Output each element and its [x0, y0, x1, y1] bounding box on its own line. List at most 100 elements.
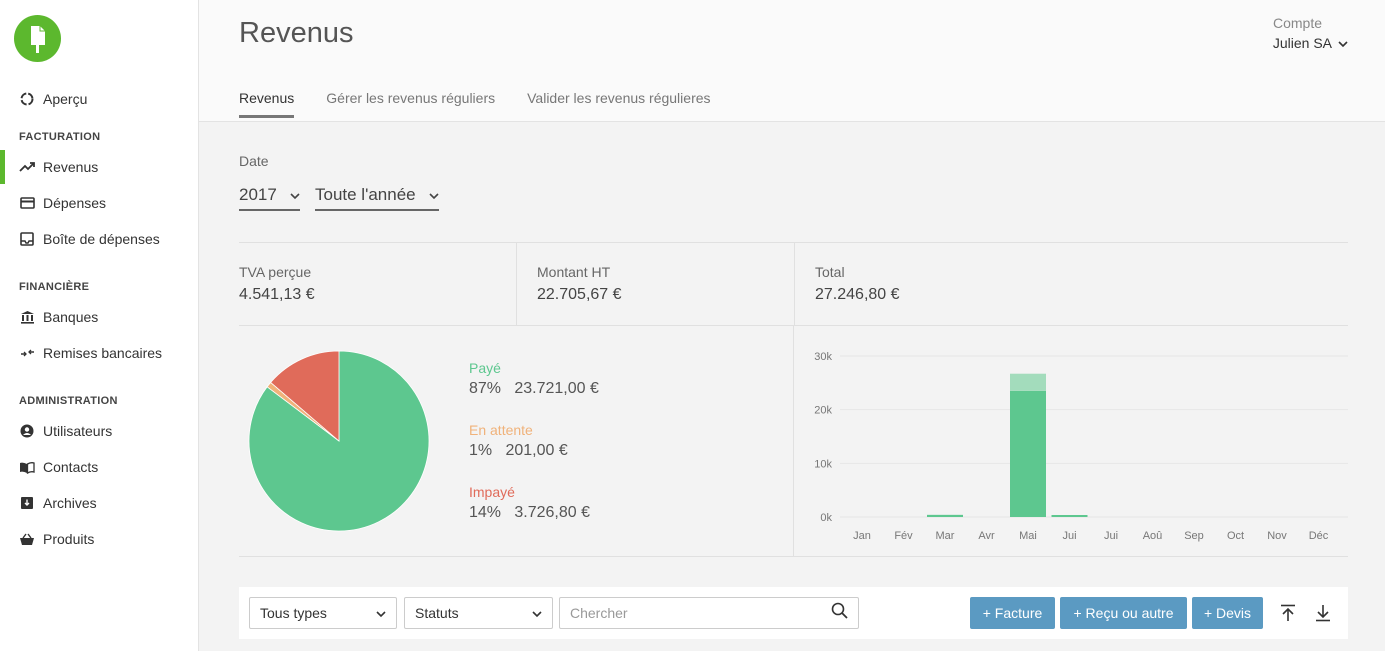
legend-label-paye: Payé	[469, 360, 501, 376]
download-icon[interactable]	[1311, 601, 1335, 625]
x-tick-label: Jui	[1104, 530, 1118, 542]
sidebar-item-label: Produits	[43, 531, 95, 547]
type-select[interactable]: Tous types	[249, 597, 397, 629]
user-circle-icon	[19, 423, 35, 439]
stat-value: 22.705,67 €	[537, 286, 622, 303]
sidebar-item-produits[interactable]: Produits	[0, 524, 199, 554]
period-select[interactable]: Toute l'année	[315, 181, 439, 211]
inbox-icon	[19, 231, 35, 247]
stat-tva: TVA perçue 4.541,13 €	[239, 243, 516, 325]
stat-value: 27.246,80 €	[815, 286, 900, 303]
page-title: Revenus	[239, 17, 354, 49]
sidebar-item-label: Banques	[43, 309, 99, 325]
stat-value: 4.541,13 €	[239, 286, 315, 303]
stat-total: Total 27.246,80 €	[794, 243, 1348, 325]
x-tick-label: Fév	[894, 530, 913, 542]
x-tick-label: Nov	[1267, 530, 1287, 542]
transfer-icon	[19, 345, 35, 361]
x-tick-label: Jan	[853, 530, 871, 542]
book-icon	[19, 459, 35, 475]
stat-montant-ht: Montant HT 22.705,67 €	[516, 243, 794, 325]
sidebar-item-label: Contacts	[43, 459, 99, 475]
legend-value-impaye: 14% 3.726,80 €	[469, 504, 590, 521]
bar-mai-1	[1010, 373, 1046, 391]
bar-mai-0	[1010, 390, 1046, 517]
stat-label: TVA perçue	[239, 264, 312, 280]
status-select-value: Statuts	[415, 605, 459, 621]
year-select[interactable]: 2017	[239, 181, 300, 211]
chevron-down-icon	[376, 605, 386, 621]
chevron-down-icon	[1338, 35, 1348, 51]
header: Revenus Compte Julien SA Revenus Gérer l…	[199, 0, 1385, 122]
x-tick-label: Avr	[978, 530, 995, 542]
stat-label: Montant HT	[537, 264, 611, 280]
sidebar-item-utilisateurs[interactable]: Utilisateurs	[0, 416, 199, 446]
credit-card-icon	[19, 195, 35, 211]
sidebar-item-banques[interactable]: Banques	[0, 302, 199, 332]
date-label: Date	[239, 153, 269, 169]
x-tick-label: Mai	[1019, 530, 1037, 542]
tabs: Revenus Gérer les revenus réguliers Vali…	[239, 90, 711, 118]
trend-up-icon	[19, 159, 35, 175]
bar-chart: 0k 10k 20k 30k Jan Fév Mar Avr Mai Jui Jui Aoû Sep Oc…	[814, 351, 1348, 542]
chevron-down-icon	[532, 605, 542, 621]
logo-icon[interactable]	[14, 15, 61, 62]
legend-label-en-attente: En attente	[469, 422, 533, 438]
sidebar-item-contacts[interactable]: Contacts	[0, 452, 199, 482]
toolbar: Tous types Statuts + Facture + Reçu ou a…	[239, 587, 1348, 639]
sidebar-item-revenus[interactable]: Revenus	[0, 150, 199, 184]
account-selector[interactable]: Julien SA	[1273, 35, 1348, 51]
sidebar-item-label: Remises bancaires	[43, 345, 163, 361]
legend-value-en-attente: 1% 201,00 €	[469, 442, 568, 459]
sidebar-item-label: Utilisateurs	[43, 423, 113, 439]
x-tick-label: Aoû	[1143, 530, 1163, 542]
type-select-value: Tous types	[260, 605, 327, 621]
sidebar-item-boite-depenses[interactable]: Boîte de dépenses	[0, 224, 199, 254]
section-administration: ADMINISTRATION	[19, 395, 118, 407]
sidebar-item-remises[interactable]: Remises bancaires	[0, 338, 199, 368]
sidebar-item-label: Boîte de dépenses	[43, 231, 160, 247]
add-devis-button[interactable]: + Devis	[1192, 597, 1263, 629]
chevron-down-icon	[429, 185, 439, 205]
search-input[interactable]	[570, 605, 831, 621]
status-select[interactable]: Statuts	[404, 597, 553, 629]
account-name: Julien SA	[1272, 35, 1332, 51]
x-tick-label: Mar	[936, 530, 955, 542]
sidebar: Aperçu FACTURATION Revenus Dépenses Boît…	[0, 0, 199, 651]
sidebar-item-label: Dépenses	[43, 195, 107, 211]
archive-icon	[19, 495, 35, 511]
x-tick-label: Oct	[1227, 530, 1244, 542]
stat-label: Total	[815, 264, 845, 280]
bank-icon	[19, 309, 35, 325]
chevron-down-icon	[290, 185, 300, 205]
upload-icon[interactable]	[1276, 601, 1300, 625]
sidebar-item-label: Revenus	[43, 159, 99, 175]
add-facture-button[interactable]: + Facture	[970, 597, 1055, 629]
search-box	[559, 597, 859, 629]
account-label: Compte	[1272, 15, 1322, 31]
sidebar-item-archives[interactable]: Archives	[0, 488, 199, 518]
tab-gerer-revenus-reguliers[interactable]: Gérer les revenus réguliers	[326, 90, 495, 118]
bar-jui-0	[1051, 515, 1088, 517]
y-tick-label: 30k	[814, 351, 832, 363]
search-icon[interactable]	[831, 602, 848, 624]
add-recu-button[interactable]: + Reçu ou autre	[1060, 597, 1187, 629]
legend-value-paye: 87% 23.721,00 €	[469, 380, 599, 397]
year-value: 2017	[239, 185, 277, 204]
basket-icon	[19, 531, 35, 547]
y-tick-label: 10k	[814, 458, 832, 470]
legend-label-impaye: Impayé	[469, 484, 515, 500]
tab-revenus[interactable]: Revenus	[239, 90, 295, 118]
section-facturation: FACTURATION	[19, 131, 101, 143]
y-tick-label: 0k	[820, 512, 832, 524]
x-tick-label: Jui	[1062, 530, 1076, 542]
tab-valider-revenus-reguliers[interactable]: Valider les revenus régulieres	[527, 90, 710, 118]
sidebar-item-label: Archives	[43, 495, 97, 511]
divider	[793, 326, 794, 556]
circle-notch-icon	[19, 91, 35, 107]
sidebar-item-apercu[interactable]: Aperçu	[0, 84, 199, 114]
y-tick-label: 20k	[814, 405, 832, 417]
x-tick-label: Déc	[1309, 530, 1329, 542]
sidebar-item-depenses[interactable]: Dépenses	[0, 188, 199, 218]
bar-mar-0	[927, 514, 963, 517]
